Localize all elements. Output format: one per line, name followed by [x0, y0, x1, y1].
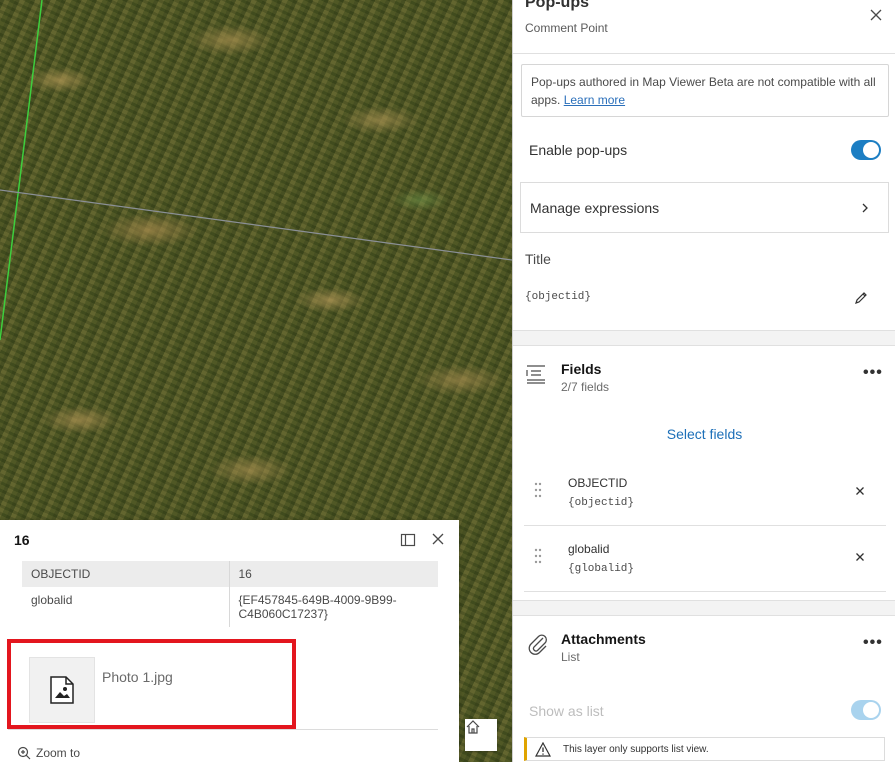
fields-count: 2/7 fields	[561, 380, 610, 394]
image-file-icon	[50, 676, 74, 704]
panel-title: Pop-ups	[525, 0, 589, 11]
map-boundary-line	[0, 0, 43, 341]
zoom-to-label: Zoom to	[36, 746, 81, 760]
attachments-title: Attachments	[561, 631, 646, 647]
divider	[8, 729, 438, 730]
select-fields-link[interactable]: Select fields	[513, 426, 895, 442]
field-expression: {objectid}	[568, 497, 635, 509]
remove-icon[interactable]	[855, 552, 865, 562]
field-expression: {globalid}	[568, 563, 635, 575]
manage-expressions-button[interactable]: Manage expressions	[520, 182, 889, 233]
feature-popup: 16 OBJECTID 16 globalid {EF457845-649B-4…	[0, 520, 459, 762]
table-row: globalid {EF457845-649B-4009-9B99-C4B060…	[22, 587, 438, 627]
section-divider	[513, 600, 895, 616]
attachments-more-icon[interactable]: •••	[863, 634, 883, 652]
popup-attribute-table: OBJECTID 16 globalid {EF457845-649B-4009…	[22, 561, 438, 627]
attachment-thumbnail[interactable]	[29, 657, 95, 723]
attachment-name[interactable]: Photo 1.jpg	[102, 669, 173, 685]
pencil-icon[interactable]	[853, 290, 869, 306]
warning-icon	[535, 741, 551, 757]
field-name: globalid	[568, 542, 610, 556]
panel-subtitle: Comment Point	[525, 21, 608, 35]
zoom-in-icon	[17, 746, 31, 760]
field-name: OBJECTID	[568, 476, 628, 490]
home-button[interactable]	[465, 719, 497, 751]
fields-more-icon[interactable]: •••	[863, 364, 883, 382]
table-cell-value: {EF457845-649B-4009-9B99-C4B060C17237}	[229, 587, 438, 627]
table-row: OBJECTID 16	[22, 561, 438, 587]
field-item[interactable]: globalid {globalid}	[524, 530, 886, 592]
enable-popups-toggle[interactable]	[851, 140, 881, 160]
manage-expressions-label: Manage expressions	[530, 200, 660, 216]
close-icon[interactable]	[868, 7, 884, 23]
popup-title: 16	[14, 532, 30, 548]
paperclip-icon	[528, 634, 547, 655]
map-road-line	[0, 189, 512, 261]
title-label: Title	[525, 251, 551, 267]
dock-icon[interactable]	[400, 532, 416, 548]
fields-title: Fields	[561, 361, 602, 377]
home-icon	[466, 720, 480, 734]
field-item[interactable]: OBJECTID {objectid}	[524, 464, 886, 526]
table-cell-field: globalid	[22, 587, 230, 627]
chevron-right-icon	[862, 203, 868, 213]
drag-handle-icon[interactable]	[534, 482, 542, 498]
show-as-list-toggle	[851, 700, 881, 720]
enable-popups-label: Enable pop-ups	[529, 142, 628, 158]
show-as-list-label: Show as list	[529, 703, 604, 719]
fields-list-icon	[526, 365, 545, 384]
title-value: {objectid}	[525, 291, 592, 303]
list-view-warning: This layer only supports list view.	[524, 737, 885, 761]
attachments-display-type: List	[561, 650, 580, 664]
popups-panel: Pop-ups Comment Point Pop-ups authored i…	[512, 0, 895, 762]
warning-text: This layer only supports list view.	[563, 743, 709, 755]
compatibility-notice: Pop-ups authored in Map Viewer Beta are …	[521, 64, 889, 117]
table-cell-field: OBJECTID	[22, 561, 230, 587]
table-cell-value: 16	[229, 561, 438, 587]
learn-more-link[interactable]: Learn more	[564, 93, 625, 107]
drag-handle-icon[interactable]	[534, 548, 542, 564]
section-divider	[513, 330, 895, 346]
zoom-to-button[interactable]: Zoom to	[17, 746, 80, 760]
remove-icon[interactable]	[855, 486, 865, 496]
panel-header: Pop-ups Comment Point	[513, 0, 895, 54]
close-icon[interactable]	[430, 531, 446, 547]
